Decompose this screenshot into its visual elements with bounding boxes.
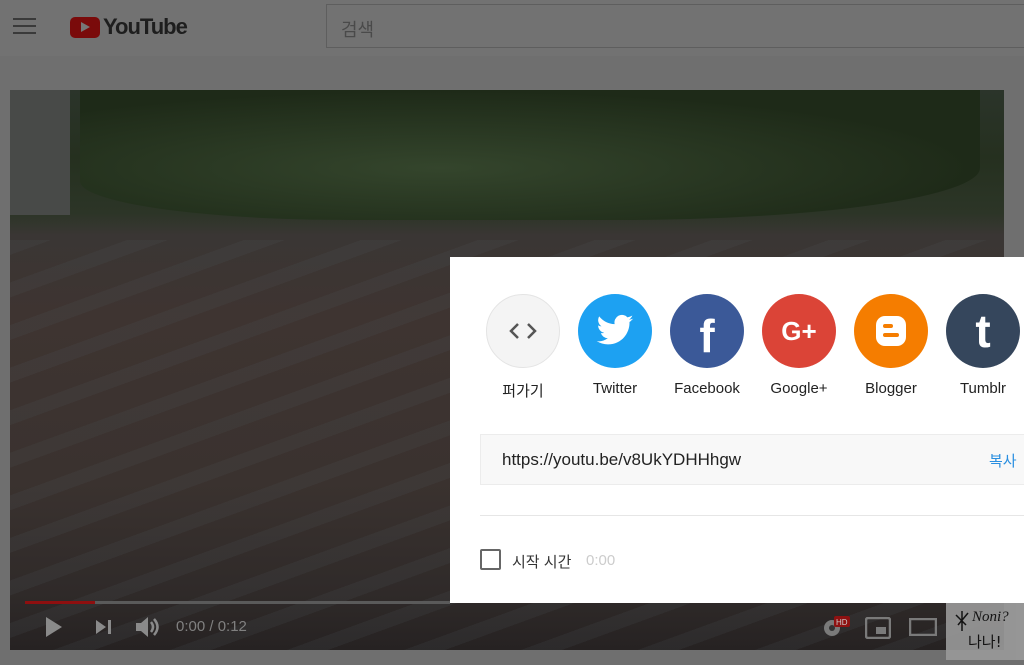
copy-button[interactable]: 복사 <box>989 450 1017 471</box>
start-time-label: 시작 시간 <box>512 554 572 571</box>
share-url-field[interactable]: https://youtu.be/v8UkYDHHhgw <box>480 434 1024 485</box>
share-dialog: 퍼가기 Twitter f Facebook G+ Google+ Blogger t Tumb… <box>450 257 1024 603</box>
logo-text: YouTube <box>103 14 188 39</box>
twitter-icon <box>578 294 652 368</box>
svg-text:나나!: 나나! <box>968 633 1002 651</box>
start-time-input[interactable]: 0:00 <box>586 552 615 569</box>
youtube-logo[interactable]: YouTube <box>70 14 188 40</box>
share-label: Google+ <box>770 380 828 397</box>
video-frame-wall <box>10 90 70 215</box>
share-facebook[interactable]: f Facebook <box>670 294 744 397</box>
share-embed[interactable]: 퍼가기 <box>486 294 560 400</box>
share-blogger[interactable]: Blogger <box>854 294 928 397</box>
tumblr-icon: t <box>946 294 1020 368</box>
share-label: Blogger <box>865 380 917 397</box>
miniplayer-icon[interactable] <box>865 617 891 639</box>
share-google-plus[interactable]: G+ Google+ <box>762 294 836 397</box>
embed-icon <box>486 294 560 368</box>
share-label: Facebook <box>674 380 740 397</box>
masthead: YouTube 검색 <box>0 0 1024 56</box>
menu-icon[interactable] <box>13 18 36 34</box>
theater-mode-icon[interactable] <box>909 618 937 636</box>
divider <box>480 515 1024 516</box>
hd-badge: HD <box>836 618 848 627</box>
progress-bar[interactable] <box>25 601 450 604</box>
time-display: 0:00 / 0:12 <box>176 618 247 635</box>
share-label: Twitter <box>592 380 638 397</box>
progress-fill <box>25 601 96 604</box>
share-label: 퍼가기 <box>502 383 544 400</box>
svg-text:Noni?: Noni? <box>971 609 1009 625</box>
volume-icon[interactable] <box>135 615 161 639</box>
youtube-play-icon <box>70 16 100 38</box>
settings-icon[interactable]: HD <box>822 615 852 639</box>
play-icon[interactable] <box>44 616 64 638</box>
share-label: Tumblr <box>959 380 1007 397</box>
facebook-icon: f <box>670 294 744 368</box>
watermark-signature: Noni? 나나! <box>946 603 1024 660</box>
start-time-checkbox[interactable] <box>480 549 501 570</box>
blogger-icon <box>854 294 928 368</box>
video-frame-bush <box>80 90 980 220</box>
search-input[interactable]: 검색 <box>326 4 1024 48</box>
share-twitter[interactable]: Twitter <box>578 294 652 397</box>
google-plus-icon: G+ <box>762 294 836 368</box>
share-tumblr[interactable]: t Tumblr <box>946 294 1020 397</box>
next-icon[interactable] <box>95 619 113 635</box>
